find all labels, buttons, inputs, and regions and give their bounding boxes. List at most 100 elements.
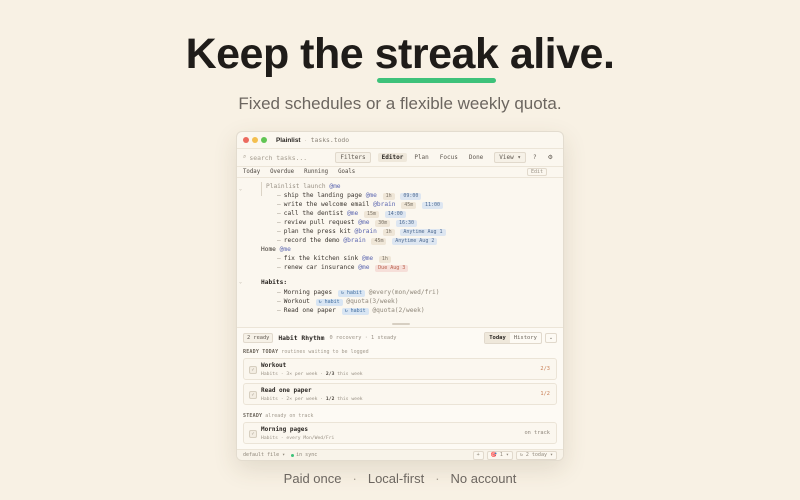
status-controls: + 🎯 1 ▾ ↻ 2 today ▾ [470,450,557,460]
task-row[interactable]: – call the dentist @me 15m 14:00 [277,209,406,218]
duration-badge: 1h [382,229,395,236]
tab-done[interactable]: Done [465,153,487,162]
habit-name: Workout [261,362,287,369]
tab-editor[interactable]: Editor [377,153,408,162]
task-row[interactable]: – ship the landing page @me 1h 09:00 [277,191,422,200]
app-window: Plainlist · tasks.todo ⌕ search tasks...… [236,131,564,461]
minimize-window-button[interactable] [252,137,258,143]
habit-text: Read one paper [283,307,336,314]
footer-separator: · [435,471,440,486]
habit-rule: 3× per week [286,372,318,377]
time-badge: 09:00 [400,193,422,200]
add-button[interactable]: + [472,450,484,460]
task-text: write the welcome email [283,201,370,208]
habit-rule: every Mon/Wed/Fri [286,436,335,441]
project-name: Plainlist launch [266,183,326,190]
task-row[interactable]: – plan the press kit @brain 1h Anytime Au… [277,227,446,236]
mention: @me [365,192,377,199]
habit-progress: 1/2 [325,397,335,402]
footer-features: Paid once · Local-first · No account [0,471,800,486]
zoom-window-button[interactable] [261,137,267,143]
habit-progress-suffix: this week [337,372,363,377]
filter-goals[interactable]: Goals [338,169,355,175]
task-row[interactable]: – review pull request @me 30m 16:30 [277,218,417,227]
habit-progress: 2/3 [325,372,335,377]
focus-goal-button[interactable]: 🎯 1 ▾ [486,450,513,460]
habit-rule: 2× per week [286,397,318,402]
view-menu-button[interactable]: View ▾ [494,152,526,163]
habit-row[interactable]: – Morning pages ↻ habit @every(mon/wed/fr… [277,288,440,297]
search-icon: ⌕ [243,154,247,160]
steady-section-label: STEADY already on track [243,413,313,419]
editor-pane[interactable]: ⌄ Plainlist launch @me – ship the landing… [237,179,563,319]
check-icon[interactable]: ✓ [249,366,257,374]
edit-button[interactable]: Edit [526,168,547,176]
project-row: Home @me [261,245,291,254]
search-placeholder: search tasks... [249,153,308,162]
duration-badge: 1h [378,256,391,263]
chevron-down-icon[interactable]: ⌄ [545,333,557,343]
habit-card[interactable]: ✓ Read one paper Habits · 2× per week · … [243,383,557,405]
habit-list: Habits [261,436,278,441]
habit-meta: Habits · every Mon/Wed/Fri [261,436,335,441]
tab-focus[interactable]: Focus [436,153,462,162]
habit-status: on track [524,430,550,436]
mention: @brain [343,237,366,244]
time-badge: Anytime Aug 1 [400,229,446,236]
ready-section-label: READY TODAY routines waiting to be logged [243,349,369,355]
view-toggle: Today History [484,332,542,344]
section-subtitle: routines waiting to be logged [281,349,369,355]
help-button[interactable]: ? [529,153,541,162]
habit-row[interactable]: – Workout ↻ habit @quota(3/week) [277,297,399,306]
footer-separator: · [352,471,357,486]
feature-paid-once: Paid once [283,471,342,486]
task-row[interactable]: – write the welcome email @brain 45m 11:0… [277,200,444,209]
tab-plan[interactable]: Plan [410,153,432,162]
tab-today[interactable]: Today [485,333,510,343]
gear-icon[interactable]: ⚙ [544,153,557,162]
filter-overdue[interactable]: Overdue [270,169,294,175]
habits-today-button[interactable]: ↻ 2 today ▾ [515,450,557,460]
habit-list: Habits [261,397,278,402]
panel-title: Habit Rhythm [278,334,325,342]
feature-local-first: Local-first [367,471,425,486]
habit-progress-suffix: this week [337,397,363,402]
habit-card[interactable]: ✓ Workout Habits · 3× per week · 2/3 thi… [243,358,557,380]
mention: @me [279,246,291,253]
close-window-button[interactable] [243,137,249,143]
task-text: renew car insurance [283,264,355,271]
task-text: review pull request [283,219,355,226]
titlebar: Plainlist · tasks.todo [237,132,563,149]
mention: @me [358,264,370,271]
task-row[interactable]: – fix the kitchen sink @me 1h [277,254,391,263]
toolbar: ⌕ search tasks... Filters Editor Plan Fo… [237,149,563,167]
headline-after: alive. [509,30,615,78]
filter-running[interactable]: Running [304,169,328,175]
habit-badge: ↻ habit [315,299,343,306]
filter-today[interactable]: Today [243,169,260,175]
habit-card[interactable]: ✓ Morning pages Habits · every Mon/Wed/F… [243,422,557,444]
feature-no-account: No account [450,471,517,486]
tab-history[interactable]: History [510,333,541,343]
task-row[interactable]: – renew car insurance @me Due Aug 3 [277,263,409,272]
hero-subhead: Fixed schedules or a flexible weekly quo… [238,94,562,113]
task-text: plan the press kit [283,228,351,235]
filters-button[interactable]: Filters [335,152,371,163]
check-icon[interactable]: ✓ [249,391,257,399]
project-name: Home [261,246,276,253]
filter-tabs: Today Overdue Running Goals Edit [237,167,563,178]
file-selector[interactable]: default file ▾ [243,452,285,458]
due-badge: Due Aug 3 [375,265,409,272]
resize-handle[interactable] [392,323,410,325]
chevron-down-icon[interactable]: ⌄ [239,185,242,194]
habit-status: 1/2 [540,391,550,397]
file-name: tasks.todo [310,136,350,144]
check-icon[interactable]: ✓ [249,430,257,438]
chevron-down-icon[interactable]: ⌄ [239,278,242,287]
habit-name: Morning pages [261,426,308,433]
search-input[interactable]: ⌕ search tasks... [243,154,332,162]
habit-row[interactable]: – Read one paper ↻ habit @quota(2/week) [277,306,425,315]
section-subtitle: already on track [265,413,314,419]
task-row[interactable]: – record the demo @brain 45m Anytime Aug … [277,236,438,245]
mention: @me [358,219,370,226]
